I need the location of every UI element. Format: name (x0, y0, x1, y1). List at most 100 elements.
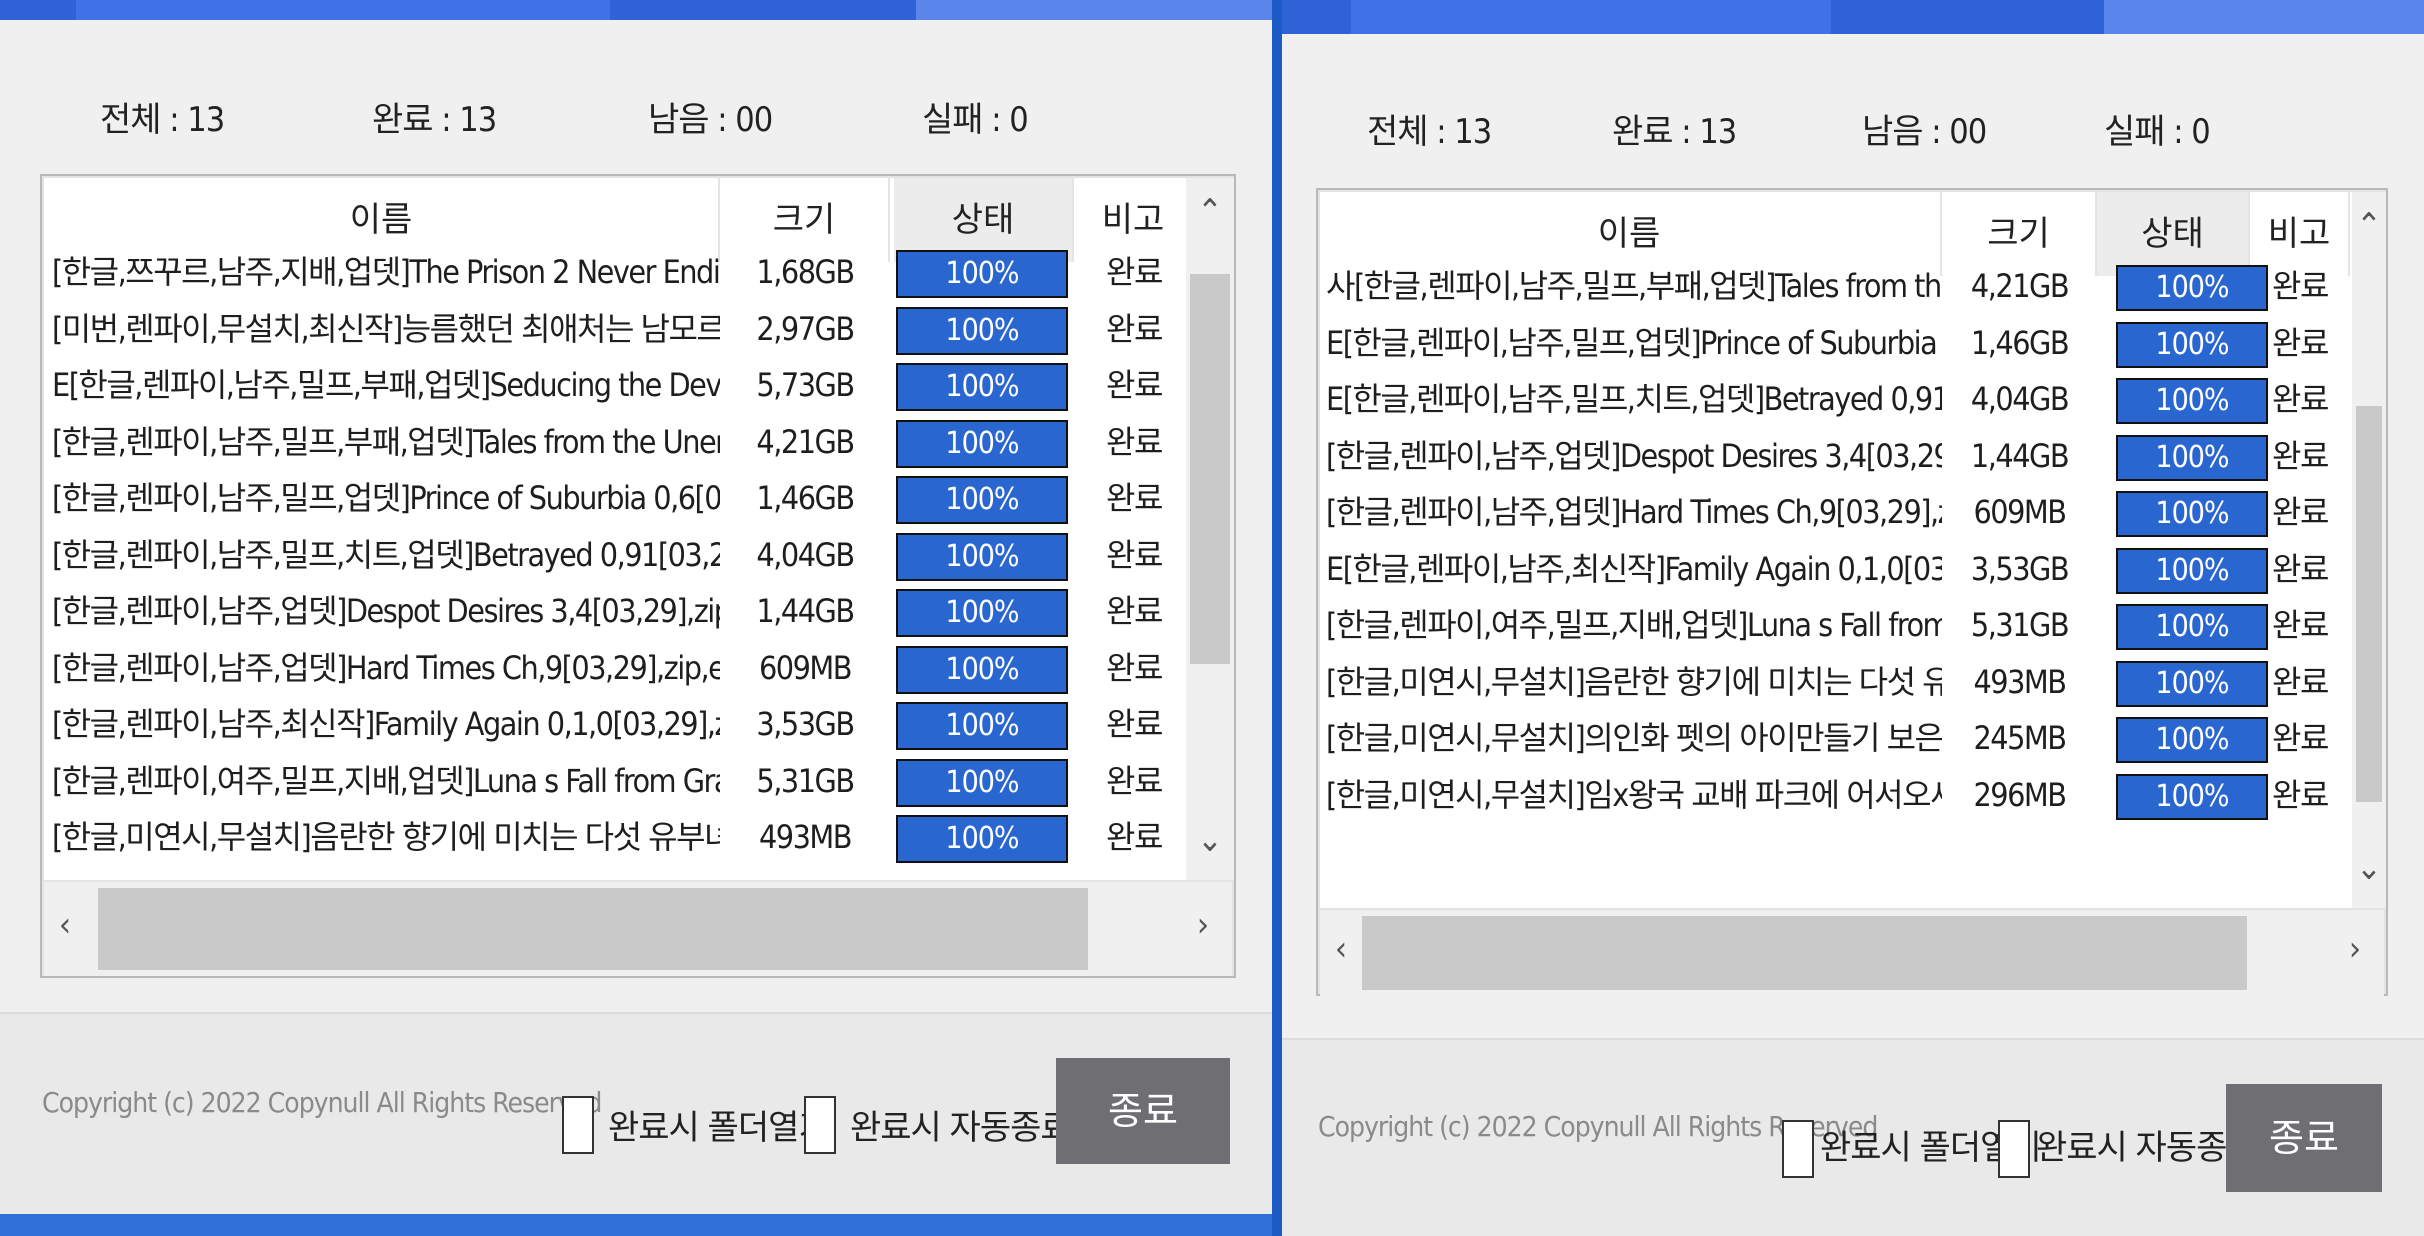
auto-exit-checkbox[interactable] (1998, 1120, 2030, 1178)
file-note: 완료 (2272, 323, 2329, 362)
table-row[interactable]: [한글,렌파이,남주,업뎃]Hard Times Ch,9[03,29],zip… (1320, 484, 2352, 541)
file-size: 5,31GB (1970, 606, 2070, 644)
stats-bar: 전체 : 13 완료 : 13 남음 : 00 실패 : 0 (1282, 104, 2424, 154)
exit-button[interactable]: 종료 (2226, 1084, 2382, 1192)
open-folder-label: 완료시 폴더열기 (608, 1108, 830, 1148)
table-row[interactable]: [한글,렌파이,남주,밀프,업뎃]Prince of Suburbia 0,6[… (44, 470, 1186, 527)
progress-bar: 100% (896, 476, 1068, 525)
file-list[interactable]: 이름 크기 상태 비고 사[한글,렌파이,남주,밀프,부패,업뎃]Tales from … (1320, 192, 2352, 908)
horizontal-scrollbar[interactable]: ‹ › (1320, 910, 2384, 996)
table-row[interactable]: E[한글,렌파이,남주,밀프,부패,업뎃]Seducing the Devil … (44, 357, 1186, 414)
file-note: 완료 (2272, 493, 2329, 531)
table-row[interactable]: [한글,렌파이,남주,밀프,치트,업뎃]Betrayed 0,91[03,29]… (44, 527, 1186, 584)
progress-bar: 100% (896, 363, 1068, 412)
auto-exit-checkbox[interactable] (804, 1096, 836, 1154)
table-row[interactable]: [한글,렌파이,남주,업뎃]Despot Desires 3,4[03,29],… (44, 583, 1186, 640)
stats-bar: 전체 : 13 완료 : 13 남음 : 00 실패 : 0 (0, 92, 1272, 142)
file-list-panel: 이름 크기 상태 비고 사[한글,렌파이,남주,밀프,부패,업뎃]Tales from … (1316, 188, 2388, 996)
progress-bar: 100% (2116, 321, 2268, 368)
open-folder-checkbox[interactable] (1782, 1120, 1814, 1178)
chevron-right-icon[interactable]: › (1188, 905, 1218, 945)
file-name: [한글,미연시,무설치]음란한 향기에 미치는 다섯 유부녀 교사 [0 (52, 818, 720, 856)
vertical-scrollbar[interactable]: ⌃ ⌄ (1186, 178, 1234, 880)
vertical-scrollbar[interactable]: ⌃ ⌄ (2352, 192, 2386, 908)
file-note: 완료 (2272, 662, 2329, 701)
horizontal-scrollbar[interactable]: ‹ › (44, 882, 1232, 976)
file-name: [한글,미연시,무설치]임x왕국 교배 파크에 어서오세요 [03,29],z (1326, 775, 1942, 814)
copyright-text: Copyright (c) 2022 Copynull All Rights R… (42, 1086, 602, 1119)
file-note: 완료 (1106, 761, 1163, 800)
exit-button[interactable]: 종료 (1056, 1058, 1230, 1164)
auto-exit-label: 완료시 자동종료 (850, 1108, 1072, 1148)
file-size: 609MB (1973, 493, 2067, 531)
chevron-up-icon[interactable]: ⌃ (1186, 192, 1234, 232)
table-row[interactable]: [한글,렌파이,남주,업뎃]Hard Times Ch,9[03,29],zip… (44, 640, 1186, 697)
file-size: 4,21GB (756, 422, 855, 461)
footer-bar: Copyright (c) 2022 Copynull All Rights R… (1282, 1038, 2424, 1236)
file-size: 5,73GB (756, 366, 855, 404)
file-note: 완료 (1106, 253, 1163, 291)
file-size: 1,46GB (1970, 323, 2070, 362)
table-row[interactable]: [한글,미연시,무설치]의인화 펫의 아이만들기 보은 [03,29],zip,… (1320, 710, 2352, 767)
scroll-thumb-horizontal[interactable] (1362, 916, 2247, 990)
auto-exit-label: 완료시 자동종료 (2036, 1128, 2258, 1168)
table-row[interactable]: E[한글,렌파이,남주,밀프,치트,업뎃]Betrayed 0,91[03,29… (1320, 371, 2352, 428)
table-row[interactable]: E[한글,렌파이,남주,밀프,업뎃]Prince of Suburbia 0,6… (1320, 315, 2352, 372)
chevron-up-icon[interactable]: ⌃ (2352, 206, 2386, 246)
file-name: [한글,렌파이,여주,밀프,지배,업뎃]Luna s Fall from Gra… (52, 761, 720, 800)
download-window: 전체 : 13 완료 : 13 남음 : 00 실패 : 0 이름 크기 상태 비고 사[한글,… (1282, 0, 2424, 1236)
file-name: [한글,렌파이,남주,업뎃]Despot Desires 3,4[03,29],… (52, 592, 720, 630)
progress-bar: 100% (2116, 491, 2268, 538)
table-row[interactable]: [한글,렌파이,남주,밀프,부패,업뎃]Tales from the Unend… (44, 414, 1186, 471)
file-size: 4,21GB (1970, 267, 2070, 305)
table-row[interactable]: [한글,쯔꾸르,남주,지배,업뎃]The Prison 2 Never Endi… (44, 244, 1186, 301)
table-row[interactable]: 사[한글,렌파이,남주,밀프,부패,업뎃]Tales from the Unen… (1320, 258, 2352, 315)
table-row[interactable]: [한글,렌파이,여주,밀프,지배,업뎃]Luna s Fall from Gra… (1320, 597, 2352, 654)
file-size: 2,97GB (756, 309, 855, 348)
scroll-thumb-vertical[interactable] (2356, 406, 2382, 802)
table-row[interactable]: [한글,미연시,무설치]임x왕국 교배 파크에 어서오세요 [03,29],z 2… (1320, 767, 2352, 824)
file-size: 1,44GB (756, 592, 855, 630)
file-name: 사[한글,렌파이,남주,밀프,부패,업뎃]Tales from the Unen… (1326, 267, 1942, 305)
table-row[interactable]: [한글,미연시,무설치]음란한 향기에 미치는 다섯 유부녀 교사 [0 493M… (1320, 654, 2352, 711)
stat-remaining: 남음 : 00 (648, 100, 773, 140)
chevron-left-icon[interactable]: ‹ (1326, 929, 1356, 969)
file-size: 245MB (1973, 719, 2067, 757)
chevron-left-icon[interactable]: ‹ (50, 905, 80, 945)
stat-failed: 실패 : 0 (2104, 112, 2211, 152)
table-row[interactable]: [미번,렌파이,무설치,최신작]능름했던 최애처는 남모르게 음란하 2,97GB… (44, 301, 1186, 358)
chevron-right-icon[interactable]: › (2340, 929, 2370, 969)
chevron-down-icon[interactable]: ⌄ (1186, 820, 1234, 860)
file-list[interactable]: 이름 크기 상태 비고 [한글,쯔꾸르,남주,지배,업뎃]The Prison 2 Ne… (44, 178, 1186, 880)
table-row[interactable]: [한글,미연시,무설치]음란한 향기에 미치는 다섯 유부녀 교사 [0 493M… (44, 809, 1186, 866)
file-note: 완료 (1106, 479, 1163, 517)
file-size: 493MB (1973, 662, 2067, 701)
file-name: E[한글,렌파이,남주,최신작]Family Again 0,1,0[03,29… (1326, 549, 1942, 588)
title-bar (0, 0, 1272, 20)
table-row[interactable]: [한글,렌파이,여주,밀프,지배,업뎃]Luna s Fall from Gra… (44, 753, 1186, 810)
progress-bar: 100% (896, 702, 1068, 751)
progress-bar: 100% (2116, 604, 2268, 651)
chevron-down-icon[interactable]: ⌄ (2352, 848, 2386, 888)
progress-bar: 100% (2116, 773, 2268, 820)
file-size: 3,53GB (756, 705, 855, 743)
table-row[interactable]: [한글,렌파이,남주,업뎃]Despot Desires 3,4[03,29],… (1320, 428, 2352, 485)
title-bar-highlight (76, 0, 610, 20)
file-name: [한글,쯔꾸르,남주,지배,업뎃]The Prison 2 Never Endi… (52, 253, 720, 291)
file-name: E[한글,렌파이,남주,밀프,업뎃]Prince of Suburbia 0,6… (1326, 323, 1942, 362)
scroll-thumb-vertical[interactable] (1190, 274, 1230, 664)
scroll-thumb-horizontal[interactable] (98, 888, 1088, 970)
file-size: 1,68GB (756, 253, 855, 291)
progress-bar: 100% (2116, 434, 2268, 481)
download-window: 전체 : 13 완료 : 13 남음 : 00 실패 : 0 이름 크기 상태 비고 [한글,쯔… (0, 0, 1272, 1214)
progress-bar: 100% (2116, 717, 2268, 764)
file-size: 609MB (758, 648, 853, 687)
open-folder-checkbox[interactable] (562, 1096, 594, 1154)
table-row[interactable]: [한글,렌파이,남주,최신작]Family Again 0,1,0[03,29]… (44, 696, 1186, 753)
stat-total: 전체 : 13 (100, 100, 225, 140)
file-note: 완료 (2272, 606, 2329, 644)
footer-bar: Copyright (c) 2022 Copynull All Rights R… (0, 1012, 1272, 1214)
progress-bar: 100% (896, 589, 1068, 638)
file-name: [한글,렌파이,남주,밀프,치트,업뎃]Betrayed 0,91[03,29]… (52, 535, 720, 574)
table-row[interactable]: E[한글,렌파이,남주,최신작]Family Again 0,1,0[03,29… (1320, 541, 2352, 598)
